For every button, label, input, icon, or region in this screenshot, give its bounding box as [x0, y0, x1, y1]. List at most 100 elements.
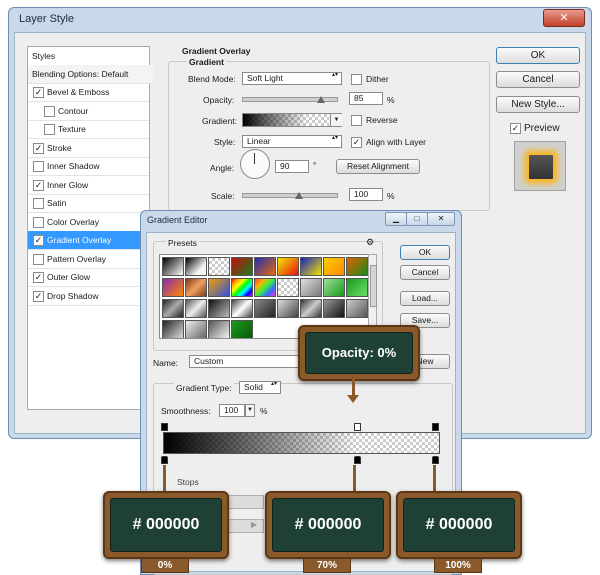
preset-swatch[interactable] — [208, 278, 230, 297]
style-item[interactable]: Contour — [28, 102, 149, 121]
cancel-button[interactable]: Cancel — [496, 71, 580, 88]
style-item[interactable]: ✓ Drop Shadow — [28, 287, 149, 306]
preset-swatch[interactable] — [300, 299, 322, 318]
style-item-checkbox[interactable] — [44, 124, 55, 135]
preset-swatch[interactable] — [323, 278, 345, 297]
style-item-checkbox[interactable] — [33, 216, 44, 228]
preset-swatch[interactable] — [162, 320, 184, 338]
left-stop-position-tag: 0% — [141, 558, 189, 573]
style-item-checkbox[interactable]: ✓ — [33, 142, 44, 154]
preset-swatch[interactable] — [231, 257, 253, 276]
smoothness-field[interactable]: 100 — [219, 404, 245, 417]
new-style-button[interactable]: New Style... — [496, 96, 580, 113]
angle-dial[interactable] — [240, 149, 270, 179]
preset-swatch[interactable] — [185, 320, 207, 338]
style-item-checkbox[interactable]: ✓ — [33, 290, 44, 302]
reset-alignment-button[interactable]: Reset Alignment — [336, 159, 420, 174]
style-item-checkbox[interactable] — [33, 253, 44, 265]
preset-swatch[interactable] — [185, 257, 207, 276]
preset-swatch[interactable] — [254, 257, 276, 276]
style-item-checkbox[interactable] — [33, 198, 44, 209]
style-item[interactable]: ✓ Stroke — [28, 139, 149, 158]
opacity-slider-thumb[interactable] — [317, 96, 325, 103]
preset-swatch[interactable] — [208, 320, 230, 338]
presets-scrollbar-thumb[interactable] — [370, 265, 377, 307]
preset-swatch[interactable] — [277, 299, 299, 318]
minimize-button[interactable]: ▁ — [385, 212, 407, 226]
align-with-layer-checkbox[interactable]: ✓ — [351, 137, 362, 148]
blend-mode-select[interactable]: Soft Light — [242, 72, 342, 85]
preset-swatch[interactable] — [346, 278, 368, 297]
style-item-checkbox[interactable]: ✓ — [33, 272, 44, 283]
style-item[interactable]: ✓ Inner Glow — [28, 176, 149, 195]
preset-swatch[interactable] — [231, 320, 253, 338]
style-item[interactable]: Texture — [28, 120, 149, 139]
gradient-type-select[interactable]: Solid — [239, 381, 281, 394]
gradient-editor-close-button[interactable]: ✕ — [427, 212, 455, 226]
color-stop-mid[interactable] — [354, 456, 361, 464]
style-item-checkbox[interactable]: ✓ — [33, 87, 44, 98]
color-stop-right[interactable] — [432, 456, 439, 464]
preset-swatch[interactable] — [254, 299, 276, 318]
preset-swatch[interactable] — [231, 299, 253, 318]
opacity-stop-left[interactable] — [161, 423, 168, 431]
preset-swatch[interactable] — [162, 257, 184, 276]
gradient-bar[interactable] — [163, 432, 440, 454]
preset-swatch[interactable] — [277, 278, 299, 297]
style-item-checkbox[interactable]: ✓ — [33, 235, 44, 246]
styles-header[interactable]: Styles — [28, 47, 153, 66]
preset-swatch[interactable] — [208, 299, 230, 318]
opacity-field[interactable]: 85 — [349, 92, 383, 105]
reverse-checkbox[interactable] — [351, 115, 362, 126]
preset-swatch[interactable] — [300, 278, 322, 297]
preset-swatch[interactable] — [346, 257, 368, 276]
maximize-button[interactable]: □ — [406, 212, 428, 226]
preset-swatch[interactable] — [185, 278, 207, 297]
preview-checkbox[interactable]: ✓ — [510, 123, 521, 134]
ok-button[interactable]: OK — [496, 47, 580, 64]
load-button[interactable]: Load... — [400, 291, 450, 306]
angle-field[interactable]: 90 — [275, 160, 309, 173]
gradient-cancel-button[interactable]: Cancel — [400, 265, 450, 280]
style-item[interactable]: Inner Shadow — [28, 157, 149, 176]
style-item-checkbox[interactable] — [33, 161, 44, 172]
opacity-stop-right[interactable] — [432, 423, 439, 431]
preset-swatch[interactable] — [323, 299, 345, 318]
opacity-stop-mid[interactable] — [354, 423, 361, 431]
gradient-type-label: Gradient Type: — [174, 383, 234, 393]
preset-swatch[interactable] — [346, 299, 368, 318]
stop-opacity-field[interactable] — [227, 495, 264, 509]
close-button[interactable]: ✕ — [543, 9, 585, 27]
preset-swatch[interactable] — [162, 299, 184, 318]
blending-options[interactable]: Blending Options: Default — [28, 65, 153, 84]
preset-swatch[interactable] — [208, 257, 230, 276]
scale-field[interactable]: 100 — [349, 188, 383, 201]
preset-swatch[interactable] — [254, 278, 276, 297]
smoothness-dropdown-icon[interactable]: ▼ — [245, 404, 255, 417]
color-stop-left[interactable] — [161, 456, 168, 464]
preset-swatch[interactable] — [185, 299, 207, 318]
dither-checkbox[interactable] — [351, 74, 362, 85]
style-item[interactable]: Satin — [28, 194, 149, 213]
preset-swatch[interactable] — [277, 257, 299, 276]
preset-swatch[interactable] — [323, 257, 345, 276]
style-item[interactable]: ✓ Gradient Overlay — [28, 231, 149, 250]
preset-swatch[interactable] — [162, 278, 184, 297]
gradient-picker[interactable]: ▼ — [242, 113, 342, 127]
preset-swatch[interactable] — [231, 278, 253, 297]
scale-slider-thumb[interactable] — [295, 192, 303, 199]
presets-menu-icon[interactable]: ⚙ — [366, 237, 374, 248]
preset-swatch[interactable] — [300, 257, 322, 276]
scale-slider[interactable] — [242, 193, 338, 198]
style-item[interactable]: Pattern Overlay — [28, 250, 149, 269]
gradient-ok-button[interactable]: OK — [400, 245, 450, 260]
style-item[interactable]: Color Overlay — [28, 213, 149, 232]
gradient-dropdown-icon[interactable]: ▼ — [330, 114, 342, 126]
right-stop-color-text: # 000000 — [403, 498, 515, 552]
style-item[interactable]: ✓ Bevel & Emboss — [28, 83, 149, 102]
style-item-checkbox[interactable] — [44, 105, 55, 117]
style-item[interactable]: ✓ Outer Glow — [28, 268, 149, 287]
window-title: Layer Style — [19, 13, 75, 25]
style-item-checkbox[interactable]: ✓ — [33, 179, 44, 191]
style-select[interactable]: Linear — [242, 135, 342, 148]
